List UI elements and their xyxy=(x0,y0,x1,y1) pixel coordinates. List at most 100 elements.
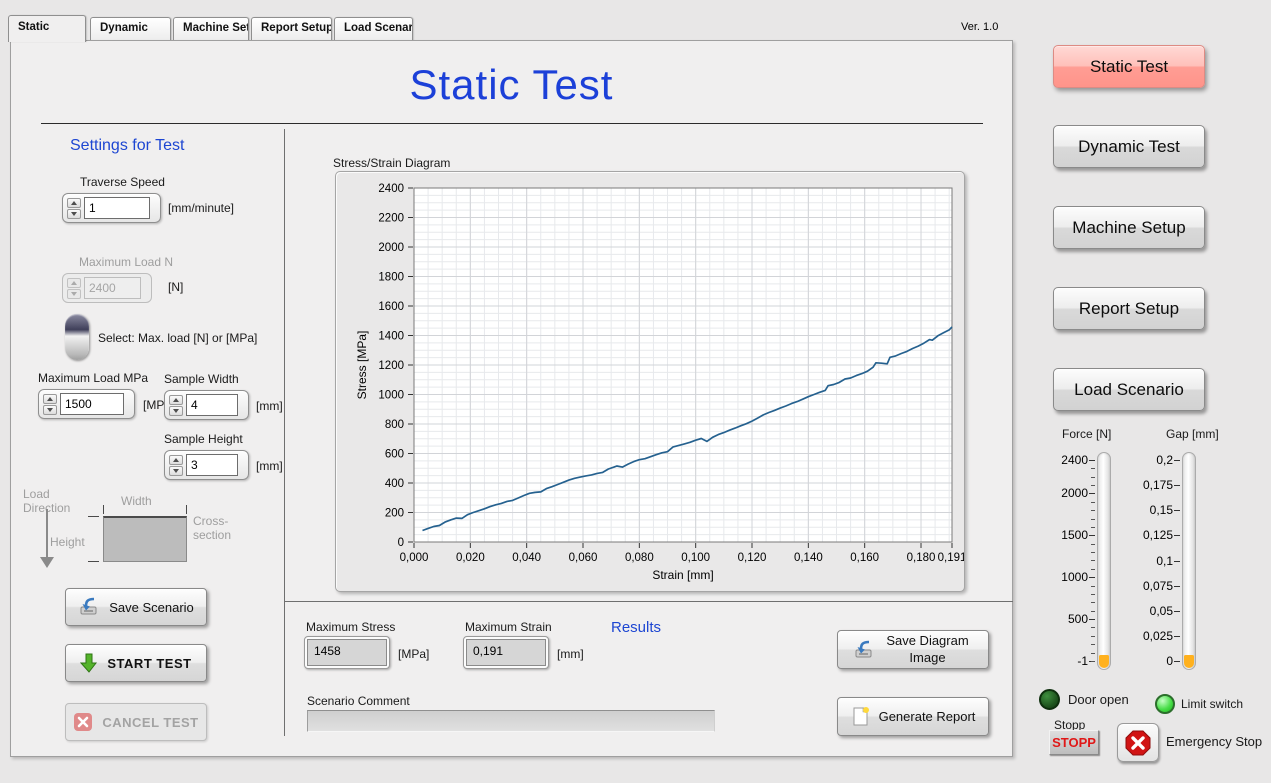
tab-label: Static xyxy=(18,21,49,33)
sample-height-spinner[interactable]: 3 xyxy=(164,450,249,480)
svg-text:2000: 2000 xyxy=(378,242,404,254)
arrow-up-icon xyxy=(71,281,77,285)
emergency-stop-icon xyxy=(1124,729,1152,757)
force-gauge-minor-tick xyxy=(1091,477,1095,478)
arrow-down-icon xyxy=(173,409,179,413)
force-gauge-scale-label: -1 xyxy=(1048,654,1088,668)
force-gauge-tick-mark xyxy=(1089,577,1095,578)
sidebar-button-report-setup[interactable]: Report Setup xyxy=(1053,287,1205,330)
sample-width-spinner[interactable]: 4 xyxy=(164,390,249,420)
svg-text:400: 400 xyxy=(385,478,404,490)
sidebar-button-dynamic-test[interactable]: Dynamic Test xyxy=(1053,125,1205,168)
force-gauge-minor-tick xyxy=(1091,468,1095,469)
sidebar-button-static-test[interactable]: Static Test xyxy=(1053,45,1205,88)
results-divider xyxy=(285,601,1013,602)
force-gauge-slider[interactable] xyxy=(1097,452,1111,670)
gap-gauge-scale-label: 0,125 xyxy=(1133,528,1173,542)
force-gauge-minor-tick xyxy=(1091,519,1095,520)
tab-dynamic[interactable]: Dynamic xyxy=(90,17,171,41)
max-load-n-label: Maximum Load N xyxy=(79,255,173,269)
arrow-down-icon xyxy=(71,292,77,296)
gap-gauge-slider[interactable] xyxy=(1182,452,1196,670)
sample-width-unit: [mm] xyxy=(256,399,283,413)
svg-text:1400: 1400 xyxy=(378,331,404,343)
height-label: Height xyxy=(50,535,85,549)
tab-load-scenario[interactable]: Load Scenario xyxy=(334,17,413,41)
gap-gauge-scale-label: 0,075 xyxy=(1133,579,1173,593)
svg-text:0,140: 0,140 xyxy=(794,552,823,564)
force-gauge-tick-mark xyxy=(1089,493,1095,494)
svg-text:200: 200 xyxy=(385,508,404,520)
svg-text:0,060: 0,060 xyxy=(569,552,598,564)
cross-section-rect xyxy=(103,516,187,562)
decrement-button[interactable] xyxy=(67,209,81,219)
max-stress-value: 1458 xyxy=(307,639,387,666)
stress-strain-chart: 0200400600800100012001400160018002000220… xyxy=(335,171,965,592)
force-gauge-minor-tick xyxy=(1091,636,1095,637)
generate-report-button[interactable]: Generate Report xyxy=(837,697,989,736)
sidebar-button-label: Static Test xyxy=(1090,57,1168,77)
max-load-n-spinner: 2400 xyxy=(62,273,152,303)
gap-gauge-scale-label: 0,15 xyxy=(1133,503,1173,517)
force-gauge-minor-tick xyxy=(1091,569,1095,570)
sidebar-button-label: Dynamic Test xyxy=(1078,137,1180,157)
tab-machine-setup[interactable]: Machine Setup xyxy=(173,17,249,41)
load-unit-toggle-switch[interactable] xyxy=(65,314,89,360)
title-divider xyxy=(41,123,983,124)
force-gauge-minor-tick xyxy=(1091,627,1095,628)
increment-button[interactable] xyxy=(67,198,81,208)
spinner-arrows xyxy=(67,278,81,299)
svg-text:2400: 2400 xyxy=(378,183,404,195)
version-text: Ver. 1.0 xyxy=(961,21,998,33)
svg-text:1800: 1800 xyxy=(378,272,404,284)
static-test-window: Static Dynamic Machine Setup Report Setu… xyxy=(0,0,1271,783)
save-icon xyxy=(853,640,875,660)
stopp-button[interactable]: STOPP xyxy=(1049,730,1099,755)
cross-section-line1: Cross- xyxy=(193,514,228,528)
traverse-speed-spinner[interactable]: 1 xyxy=(62,193,161,223)
gap-gauge-tick-mark xyxy=(1174,561,1180,562)
cancel-x-icon xyxy=(73,712,93,732)
max-load-n-value: 2400 xyxy=(84,277,141,299)
increment-button[interactable] xyxy=(169,395,183,405)
decrement-button[interactable] xyxy=(43,405,57,415)
force-gauge-scale-label: 500 xyxy=(1048,612,1088,626)
force-gauge-minor-tick xyxy=(1091,594,1095,595)
increment-button[interactable] xyxy=(169,455,183,465)
scenario-comment-field[interactable] xyxy=(307,710,715,732)
increment-button[interactable] xyxy=(43,394,57,404)
sidebar-button-load-scenario[interactable]: Load Scenario xyxy=(1053,368,1205,411)
svg-text:0,100: 0,100 xyxy=(681,552,710,564)
svg-text:0,000: 0,000 xyxy=(400,552,429,564)
sidebar-button-machine-setup[interactable]: Machine Setup xyxy=(1053,206,1205,249)
sample-width-value[interactable]: 4 xyxy=(186,394,238,416)
force-gauge-minor-tick xyxy=(1091,586,1095,587)
emergency-stop-button[interactable] xyxy=(1117,723,1159,762)
force-gauge-minor-tick xyxy=(1091,485,1095,486)
decrement-button[interactable] xyxy=(169,406,183,416)
tick-mark xyxy=(186,505,187,514)
svg-text:0,040: 0,040 xyxy=(512,552,541,564)
gap-gauge-scale-label: 0,175 xyxy=(1133,478,1173,492)
start-test-button[interactable]: START TEST xyxy=(65,644,207,682)
arrow-down-icon xyxy=(47,408,53,412)
save-diagram-image-label: Save Diagram Image xyxy=(882,633,974,666)
max-load-mpa-spinner[interactable]: 1500 xyxy=(38,389,135,419)
traverse-speed-value[interactable]: 1 xyxy=(84,197,150,219)
save-scenario-button[interactable]: Save Scenario xyxy=(65,588,207,626)
max-load-mpa-value[interactable]: 1500 xyxy=(60,393,124,415)
page-title: Static Test xyxy=(11,61,1012,109)
sample-height-value[interactable]: 3 xyxy=(186,454,238,476)
svg-text:2200: 2200 xyxy=(378,213,404,225)
arrow-down-icon xyxy=(173,469,179,473)
force-gauge-minor-tick xyxy=(1091,560,1095,561)
force-gauge-minor-tick xyxy=(1091,602,1095,603)
gap-gauge-scale-label: 0,025 xyxy=(1133,629,1173,643)
decrement-button[interactable] xyxy=(169,466,183,476)
tab-report-setup[interactable]: Report Setup xyxy=(251,17,332,41)
svg-text:1200: 1200 xyxy=(378,360,404,372)
tab-static[interactable]: Static xyxy=(8,15,86,42)
save-diagram-image-button[interactable]: Save Diagram Image xyxy=(837,630,989,669)
svg-text:0,180: 0,180 xyxy=(907,552,936,564)
limit-switch-label: Limit switch xyxy=(1181,697,1243,711)
